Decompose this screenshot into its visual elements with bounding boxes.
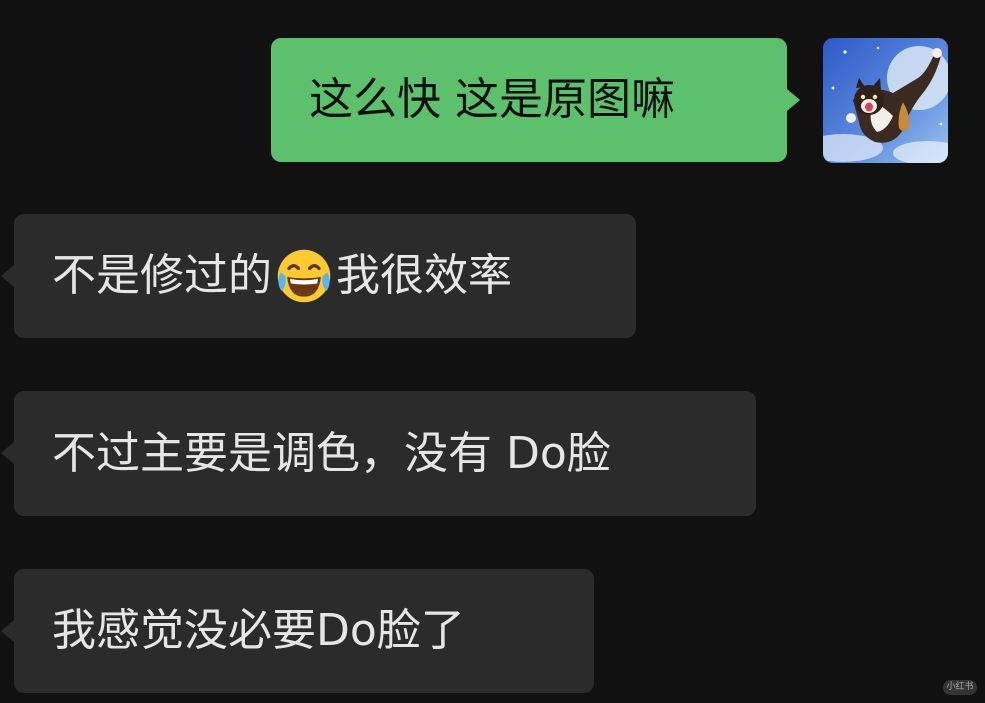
face-with-tears-of-joy-icon bbox=[277, 249, 331, 303]
bubble-tail bbox=[787, 89, 800, 111]
message-text: 不是修过的 bbox=[52, 250, 272, 301]
message-bubble-incoming[interactable]: 不是修过的 我很效率 bbox=[14, 214, 636, 338]
bubble-tail bbox=[1, 265, 14, 287]
message-bubble-incoming[interactable]: 我感觉没必要Do脸了 bbox=[14, 569, 594, 693]
bubble-tail bbox=[1, 620, 14, 642]
watermark-badge: 小红书 bbox=[943, 680, 977, 695]
message-bubble-outgoing[interactable]: 这么快 这是原图嘛 bbox=[271, 38, 787, 162]
bubble-tail bbox=[1, 442, 14, 464]
user-avatar[interactable] bbox=[823, 38, 948, 163]
flying-cat-avatar-icon bbox=[823, 38, 948, 163]
message-text: 我感觉没必要Do脸了 bbox=[52, 605, 465, 656]
message-text: 不过主要是调色，没有 Do脸 bbox=[52, 427, 611, 479]
message-text: 这么快 这是原图嘛 bbox=[309, 74, 675, 125]
message-text: 我很效率 bbox=[336, 250, 512, 301]
message-bubble-incoming[interactable]: 不过主要是调色，没有 Do脸 bbox=[14, 391, 756, 516]
